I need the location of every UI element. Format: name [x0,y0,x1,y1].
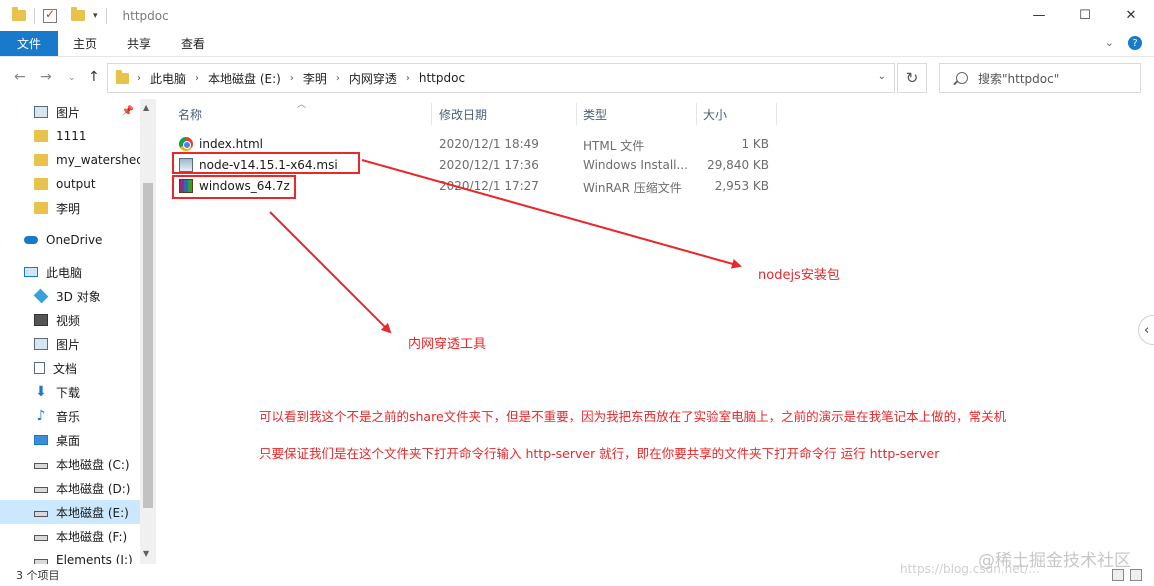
item-count: 3 个项目 [16,569,60,582]
annotation-intranet-tool: 内网穿透工具 [408,337,487,352]
annotation-note-line-1: 可以看到我这个不是之前的share文件夹下，但是不重要，因为我把东西放在了实验室… [259,409,1007,424]
watermark-brand: @稀土掘金技术社区 [978,551,1131,571]
annotation-nodejs-installer: nodejs安装包 [758,268,840,283]
annotation-arrows [269,159,742,334]
large-icons-view-icon[interactable] [1130,569,1142,581]
arrow-to-tool-label [269,211,392,334]
chevron-left-icon: ‹ [1144,322,1150,338]
annotation-note-line-2: 只要保证我们是在这个文件夹下打开命令行输入 http-server 就行，即在你… [259,446,940,461]
arrow-to-nodejs-label [361,159,742,269]
